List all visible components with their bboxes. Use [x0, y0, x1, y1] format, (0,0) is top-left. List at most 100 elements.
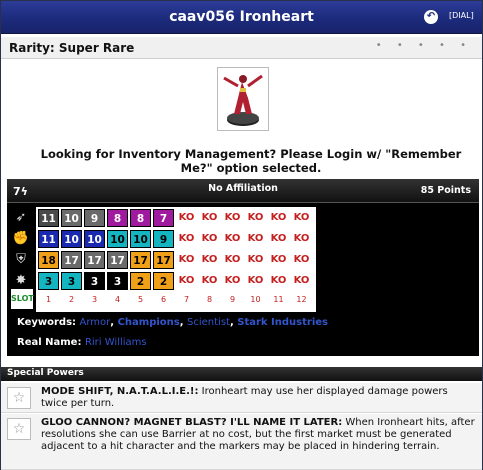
dial-column-number: 11	[273, 295, 284, 304]
dial-column-number: 5	[137, 295, 144, 304]
dial-cell-ko: KO	[270, 233, 287, 244]
dial-cell: 17	[153, 251, 174, 269]
special-power: ☆ MODE SHIFT, N.A.T.A.L.I.E.!: Ironheart…	[1, 383, 482, 413]
power-text: GLOO CANNON? MAGNET BLAST? I'LL NAME IT …	[41, 417, 476, 453]
figure-image[interactable]	[217, 67, 269, 131]
dial-cell: 3	[38, 272, 59, 290]
dial-cell: 17	[107, 251, 128, 269]
keyword-link-stark-industries[interactable]: Stark Industries	[237, 317, 328, 328]
dial-cell-ko: KO	[270, 275, 287, 286]
power-text: MODE SHIFT, N.A.T.A.L.I.E.!: Ironheart m…	[41, 386, 476, 410]
star-icon[interactable]: ☆	[7, 418, 31, 440]
star-icon[interactable]: ☆	[7, 387, 31, 409]
back-circle-icon[interactable]: ↶	[424, 10, 438, 24]
real-name-link[interactable]: Riri Williams	[85, 337, 147, 348]
figure-card: caav056 Ironheart ↶ [DIAL] Rarity: Super…	[0, 0, 483, 470]
real-name-label: Real Name:	[17, 337, 82, 348]
team-affiliation: No Affiliation	[208, 183, 278, 194]
dial-cell-ko: KO	[270, 254, 287, 265]
dial-cell-ko: KO	[224, 254, 241, 265]
special-powers-header: Special Powers	[1, 367, 482, 381]
dial-column-number: 1	[45, 295, 52, 304]
dial-cell: 10	[61, 230, 82, 248]
dial-cell-ko: KO	[293, 212, 310, 223]
speed-wing-icon: ➶	[15, 210, 27, 225]
stat-icons: ➶ ✊ ⛨ ✸	[7, 207, 35, 291]
damage-burst-icon: ✸	[15, 273, 27, 288]
dial-cell: 9	[84, 209, 105, 227]
login-message: Looking for Inventory Management? Please…	[40, 147, 462, 175]
page-title: caav056 Ironheart	[169, 9, 314, 25]
dial-cell-ko: KO	[224, 275, 241, 286]
keyword-separator: ,	[229, 317, 234, 328]
dial-cell: 17	[130, 251, 151, 269]
real-name-bar: Real Name: Riri Williams	[7, 334, 479, 352]
dial-cell: 8	[107, 209, 128, 227]
dial-link[interactable]: [DIAL]	[449, 11, 474, 20]
dial-cell: 11	[38, 209, 59, 227]
dial-cell: 11	[38, 230, 59, 248]
dial-column-number: 6	[160, 295, 167, 304]
power-name: GLOO CANNON? MAGNET BLAST? I'LL NAME IT …	[41, 417, 343, 428]
rarity-bar: Rarity: Super Rare • • • • •	[1, 37, 482, 59]
dial-cell: 7	[153, 209, 174, 227]
dial-cell: 3	[61, 272, 82, 290]
dial-cell-ko: KO	[201, 275, 218, 286]
special-powers-title: Special Powers	[7, 368, 84, 378]
dial-header: 7ϟ No Affiliation 85 Points	[7, 179, 479, 203]
keywords-bar: Keywords: Armor, Champions, Scientist, S…	[7, 314, 479, 332]
dial-cell-ko: KO	[293, 233, 310, 244]
attack-fist-icon: ✊	[12, 231, 30, 246]
keyword-link-scientist[interactable]: Scientist	[187, 317, 230, 328]
special-power: ☆ GLOO CANNON? MAGNET BLAST? I'LL NAME I…	[1, 414, 482, 470]
keywords-label: Keywords:	[17, 317, 77, 328]
keyword-link-armor[interactable]: Armor	[80, 317, 111, 328]
dial-cell-ko: KO	[201, 254, 218, 265]
dial-cell: 18	[38, 251, 59, 269]
dial-cell: 10	[84, 230, 105, 248]
dial-cell: 10	[61, 209, 82, 227]
keyword-link-champions[interactable]: Champions	[118, 317, 180, 328]
dial-cell: 10	[130, 230, 151, 248]
dial-column-number: 7	[183, 295, 190, 304]
rarity-label: Rarity: Super Rare	[9, 41, 135, 55]
point-value: 85 Points	[420, 185, 471, 196]
dial-cell-ko: KO	[247, 233, 264, 244]
dial-cell-ko: KO	[178, 275, 195, 286]
dial-cell-ko: KO	[293, 254, 310, 265]
defense-shield-icon: ⛨	[16, 252, 26, 267]
dial-cell-ko: KO	[270, 212, 287, 223]
dial-cell-ko: KO	[224, 212, 241, 223]
dial-column-number: 2	[68, 295, 75, 304]
slot-label: SLOT	[11, 289, 34, 309]
dial-cell-ko: KO	[247, 212, 264, 223]
dial-cell: 3	[84, 272, 105, 290]
dial-cell: 3	[107, 272, 128, 290]
dots-menu-icon[interactable]: • • • • •	[376, 40, 472, 51]
keyword-separator: ,	[110, 317, 115, 328]
dial-column-number: 3	[91, 295, 98, 304]
dial-cell: 17	[61, 251, 82, 269]
dial-column-number: 10	[250, 295, 261, 304]
dial-cell-ko: KO	[247, 275, 264, 286]
dial-cell: 17	[84, 251, 105, 269]
dial-grid: 11 10 9 8 8 7 KO KO KO KO KO KO 11 10 10 10 10 9 KO KO KO KO K…	[36, 207, 316, 312]
dial-cell: 10	[107, 230, 128, 248]
keyword-separator: ,	[179, 317, 184, 328]
dial-cell-ko: KO	[201, 233, 218, 244]
dial-cell-ko: KO	[224, 233, 241, 244]
power-name: MODE SHIFT, N.A.T.A.L.I.E.!:	[41, 386, 199, 397]
dial-column-number: 9	[229, 295, 236, 304]
dial-column-number: 4	[114, 295, 121, 304]
dial-column-number: 8	[206, 295, 213, 304]
dial-column-number: 12	[296, 295, 307, 304]
dial-cell-ko: KO	[178, 233, 195, 244]
dial-cell-ko: KO	[293, 275, 310, 286]
dial-cell-ko: KO	[247, 254, 264, 265]
dial-cell: 2	[153, 272, 174, 290]
dial-cell: 9	[153, 230, 174, 248]
dial-cell-ko: KO	[178, 254, 195, 265]
dial-cell: 8	[130, 209, 151, 227]
dial-cell: 2	[130, 272, 151, 290]
dial-cell-ko: KO	[178, 212, 195, 223]
